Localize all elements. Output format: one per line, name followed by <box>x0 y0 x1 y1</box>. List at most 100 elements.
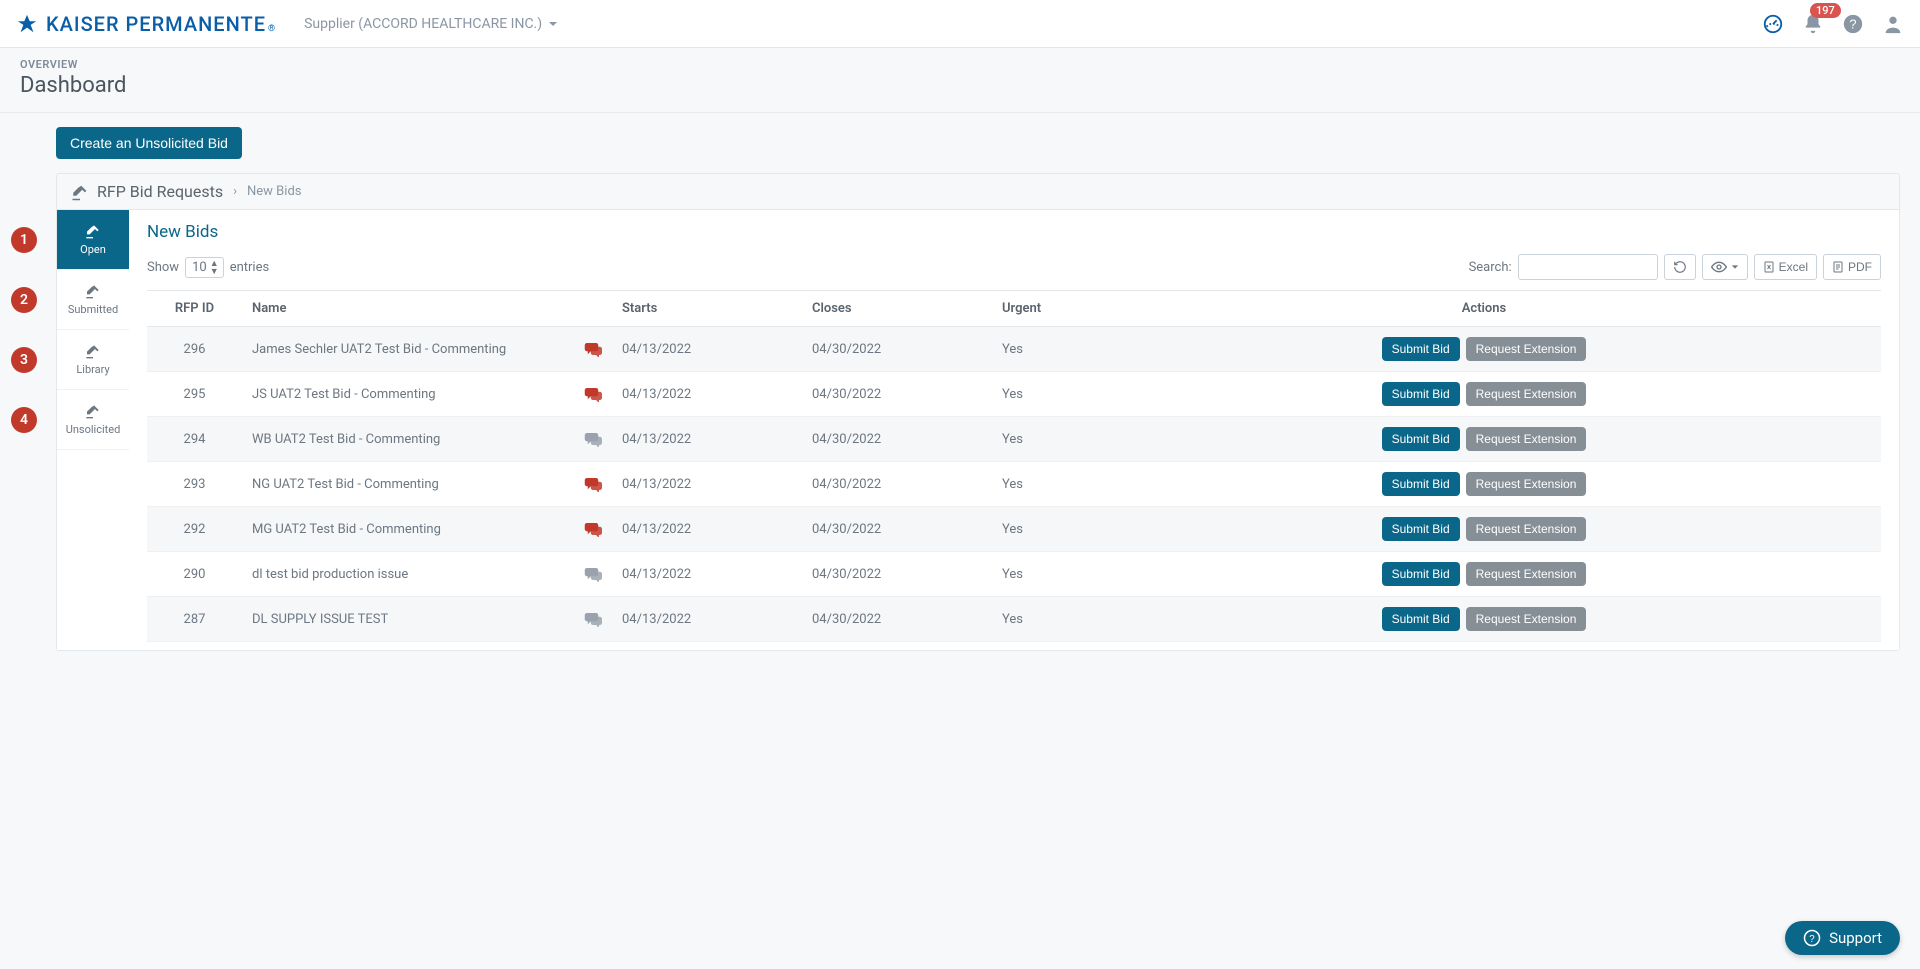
entries-select[interactable]: 10 ▲▼ <box>185 257 224 278</box>
cell-name: JS UAT2 Test Bid - Commenting <box>242 372 612 417</box>
request-extension-button[interactable]: Request Extension <box>1466 472 1587 496</box>
cell-rfp-id: 290 <box>147 552 242 597</box>
cell-actions: Submit BidRequest Extension <box>1087 507 1881 552</box>
panel-title: RFP Bid Requests <box>97 182 223 201</box>
cell-urgent: Yes <box>992 642 1087 651</box>
request-extension-button[interactable]: Request Extension <box>1466 382 1587 406</box>
cell-actions: Submit BidRequest Extension <box>1087 552 1881 597</box>
export-pdf-button[interactable]: PDF <box>1823 254 1881 280</box>
notifications-icon[interactable]: 197 <box>1802 13 1824 35</box>
brand-icon <box>16 13 38 35</box>
page-title: Dashboard <box>20 73 1900 98</box>
submit-bid-button[interactable]: Submit Bid <box>1382 517 1460 541</box>
col-name[interactable]: Name <box>242 291 612 327</box>
cell-starts: 04/13/2022 <box>612 507 802 552</box>
page-header: OVERVIEW Dashboard <box>0 48 1920 113</box>
support-label: Support <box>1829 929 1882 947</box>
side-tab-unsolicited[interactable]: 4Unsolicited <box>57 390 129 450</box>
rfp-panel: RFP Bid Requests › New Bids 1Open2Submit… <box>56 173 1900 651</box>
cell-urgent: Yes <box>992 507 1087 552</box>
submit-bid-button[interactable]: Submit Bid <box>1382 382 1460 406</box>
support-button[interactable]: ? Support <box>1785 921 1900 955</box>
cell-closes: 06/30/2023 <box>802 642 992 651</box>
cell-rfp-id: 294 <box>147 417 242 462</box>
table-row: 293NG UAT2 Test Bid - Commenting04/13/20… <box>147 462 1881 507</box>
col-starts[interactable]: Starts <box>612 291 802 327</box>
table-row: 296James Sechler UAT2 Test Bid - Comment… <box>147 327 1881 372</box>
cell-name: James Sechler UAT2 Test Bid - Commenting <box>242 327 612 372</box>
cell-actions: Submit BidRequest Extension <box>1087 597 1881 642</box>
cell-name: dl test bid production issue <box>242 552 612 597</box>
side-tab-open[interactable]: 1Open <box>57 210 129 270</box>
cell-closes: 04/30/2022 <box>802 327 992 372</box>
col-rfp-id[interactable]: RFP ID <box>147 291 242 327</box>
chat-icon[interactable] <box>584 476 602 492</box>
help-icon[interactable]: ? <box>1842 13 1864 35</box>
export-excel-button[interactable]: Excel <box>1754 254 1817 280</box>
supplier-dropdown[interactable]: Supplier (ACCORD HEALTHCARE INC.) <box>304 16 558 32</box>
chat-icon[interactable] <box>584 431 602 447</box>
dashboard-icon[interactable] <box>1762 13 1784 35</box>
cell-rfp-id: 285 <box>147 642 242 651</box>
caret-down-icon <box>548 19 558 29</box>
chat-icon[interactable] <box>584 566 602 582</box>
table-row: 290dl test bid production issue04/13/202… <box>147 552 1881 597</box>
user-icon[interactable] <box>1882 13 1904 35</box>
gavel-icon <box>85 343 101 359</box>
cell-actions: Submit BidRequest Extension <box>1087 417 1881 462</box>
content-area: New Bids Show 10 ▲▼ entries Search: <box>129 210 1899 650</box>
search-input[interactable] <box>1518 254 1658 280</box>
select-arrows-icon: ▲▼ <box>210 260 219 276</box>
cell-name: MG UAT2 Test Bid - Commenting <box>242 507 612 552</box>
col-closes[interactable]: Closes <box>802 291 992 327</box>
content-title: New Bids <box>147 222 1881 242</box>
table-row: 287DL SUPPLY ISSUE TEST04/13/202204/30/2… <box>147 597 1881 642</box>
table-row: 294WB UAT2 Test Bid - Commenting04/13/20… <box>147 417 1881 462</box>
request-extension-button[interactable]: Request Extension <box>1466 607 1587 631</box>
topbar: KAISER PERMANENTE® Supplier (ACCORD HEAL… <box>0 0 1920 48</box>
cell-actions: Submit BidRequest Extension <box>1087 327 1881 372</box>
request-extension-button[interactable]: Request Extension <box>1466 427 1587 451</box>
create-unsolicited-bid-button[interactable]: Create an Unsolicited Bid <box>56 127 242 159</box>
cell-closes: 04/30/2022 <box>802 552 992 597</box>
chat-icon[interactable] <box>584 611 602 627</box>
request-extension-button[interactable]: Request Extension <box>1466 337 1587 361</box>
request-extension-button[interactable]: Request Extension <box>1466 562 1587 586</box>
cell-closes: 04/30/2022 <box>802 462 992 507</box>
chat-icon[interactable] <box>584 341 602 357</box>
cell-starts: 04/13/2022 <box>612 372 802 417</box>
entries-label: entries <box>230 260 270 275</box>
cell-rfp-id: 287 <box>147 597 242 642</box>
side-tab-submitted[interactable]: 2Submitted <box>57 270 129 330</box>
chat-icon[interactable] <box>584 521 602 537</box>
reset-button[interactable] <box>1664 254 1696 280</box>
cell-rfp-id: 295 <box>147 372 242 417</box>
col-actions: Actions <box>1087 291 1881 327</box>
cell-actions: Submit BidRequest Extension <box>1087 372 1881 417</box>
bids-table: RFP ID Name Starts Closes Urgent Actions… <box>147 290 1881 650</box>
cell-name: WB UAT2 Test Bid - Commenting <box>242 417 612 462</box>
search-label: Search: <box>1469 260 1512 275</box>
brand-logo[interactable]: KAISER PERMANENTE® <box>16 12 276 36</box>
submit-bid-button[interactable]: Submit Bid <box>1382 427 1460 451</box>
col-urgent[interactable]: Urgent <box>992 291 1087 327</box>
cell-starts: 04/13/2022 <box>612 597 802 642</box>
cell-urgent: Yes <box>992 552 1087 597</box>
panel-header: RFP Bid Requests › New Bids <box>57 174 1899 209</box>
side-tab-library[interactable]: 3Library <box>57 330 129 390</box>
submit-bid-button[interactable]: Submit Bid <box>1382 562 1460 586</box>
step-marker: 4 <box>11 407 37 433</box>
breadcrumb-current: New Bids <box>247 184 301 199</box>
submit-bid-button[interactable]: Submit Bid <box>1382 472 1460 496</box>
chat-icon[interactable] <box>584 386 602 402</box>
supplier-dropdown-label: Supplier (ACCORD HEALTHCARE INC.) <box>304 16 542 32</box>
submit-bid-button[interactable]: Submit Bid <box>1382 607 1460 631</box>
submit-bid-button[interactable]: Submit Bid <box>1382 337 1460 361</box>
cell-name: NG UAT2 Test Bid - Commenting <box>242 462 612 507</box>
request-extension-button[interactable]: Request Extension <box>1466 517 1587 541</box>
table-row: 285NG2 - UAT Test Bid - Bid Closure04/14… <box>147 642 1881 651</box>
visibility-button[interactable] <box>1702 254 1748 280</box>
cell-starts: 04/14/2022 <box>612 642 802 651</box>
svg-text:?: ? <box>1809 934 1815 945</box>
side-tab-label: Library <box>76 363 109 376</box>
